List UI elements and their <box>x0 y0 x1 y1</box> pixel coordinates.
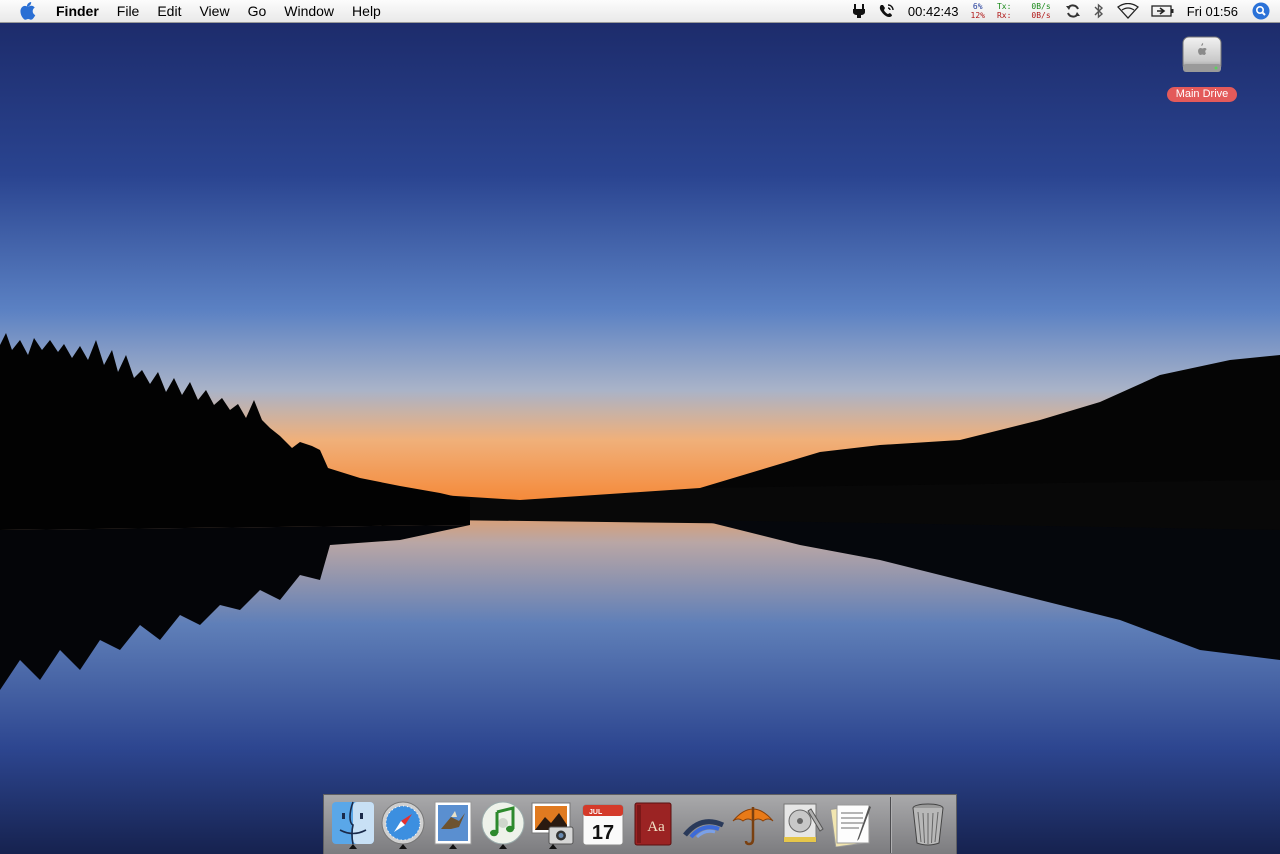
cpu-meter[interactable]: 6% 12% <box>971 2 985 20</box>
menu-window[interactable]: Window <box>275 0 343 22</box>
running-indicator <box>399 844 407 849</box>
rx-label: Rx: <box>996 11 1012 20</box>
dock-itunes[interactable] <box>479 799 527 849</box>
mail-stamp-icon <box>434 801 472 845</box>
ical-calendar-icon: JUL 17 <box>582 804 624 846</box>
dock-safari[interactable] <box>379 799 427 849</box>
dock-disk-utility[interactable] <box>779 799 827 849</box>
textedit-icon <box>829 804 871 848</box>
tx-label: Tx: <box>996 2 1012 11</box>
safari-compass-icon <box>381 801 425 845</box>
network-wave-icon <box>683 819 725 839</box>
desktop-wallpaper <box>0 0 1280 854</box>
timer-text[interactable]: 00:42:43 <box>908 4 959 19</box>
rx-value: 0B/s <box>1031 11 1051 20</box>
running-indicator <box>549 844 557 849</box>
trash-icon <box>912 803 944 846</box>
dock-trash[interactable] <box>904 799 952 849</box>
menu-view[interactable]: View <box>190 0 238 22</box>
menu-app-finder[interactable]: Finder <box>54 0 108 22</box>
dock-finder[interactable] <box>329 799 377 849</box>
dock-iphoto[interactable] <box>529 799 577 849</box>
sync-icon[interactable] <box>1065 3 1081 19</box>
dock-textedit[interactable] <box>829 799 877 849</box>
spotlight-icon[interactable] <box>1252 2 1270 20</box>
dock-mail[interactable] <box>429 799 477 849</box>
menu-go[interactable]: Go <box>239 0 276 22</box>
cpu-top-value: 6% <box>972 2 983 11</box>
menu-bar: Finder File Edit View Go Window Help 00:… <box>0 0 1280 23</box>
umbrella-icon <box>732 807 774 846</box>
menu-file[interactable]: File <box>108 0 149 22</box>
menu-help[interactable]: Help <box>343 0 390 22</box>
running-indicator <box>449 844 457 849</box>
dock-separator <box>890 797 892 853</box>
main-drive-label[interactable]: Main Drive <box>1166 87 1238 102</box>
network-meter[interactable]: Tx: Rx: 0B/s 0B/s <box>997 2 1051 20</box>
finder-icon <box>332 801 374 845</box>
running-indicator <box>349 844 357 849</box>
ical-month: JUL <box>589 809 603 816</box>
cpu-bottom-value: 12% <box>970 11 985 20</box>
dock-ical[interactable]: JUL 17 <box>579 799 627 849</box>
iphoto-icon <box>531 802 574 845</box>
disk-utility-icon <box>783 803 824 843</box>
dock-dictionary[interactable]: Aa <box>629 799 677 849</box>
apple-icon[interactable] <box>18 1 38 21</box>
clock-text[interactable]: Fri 01:56 <box>1187 4 1238 19</box>
hard-drive-icon <box>1182 36 1222 72</box>
phone-icon[interactable] <box>878 3 896 19</box>
running-indicator <box>499 844 507 849</box>
ical-day: 17 <box>592 822 614 844</box>
dock: JUL 17 Aa <box>323 794 957 854</box>
battery-icon[interactable] <box>1151 4 1175 18</box>
dock-network[interactable] <box>679 799 727 849</box>
dock-umbrella[interactable] <box>729 799 777 849</box>
menumeters-icon[interactable] <box>852 3 866 19</box>
wifi-icon[interactable] <box>1116 3 1139 19</box>
tx-value: 0B/s <box>1031 2 1051 11</box>
main-drive-desktop-icon[interactable]: Main Drive <box>1162 34 1242 102</box>
dictionary-text: Aa <box>647 819 665 835</box>
dictionary-book-icon: Aa <box>634 802 672 846</box>
bluetooth-icon[interactable] <box>1093 3 1105 19</box>
itunes-icon <box>481 801 525 845</box>
menu-edit[interactable]: Edit <box>148 0 190 22</box>
